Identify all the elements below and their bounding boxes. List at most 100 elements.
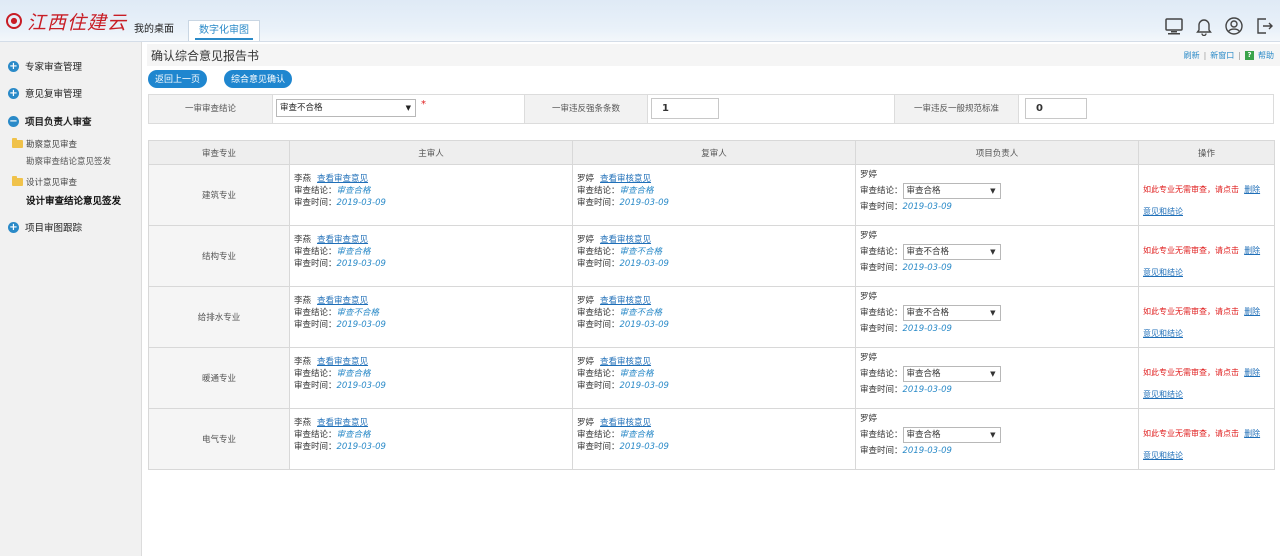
- caret-down-icon: ▼: [990, 430, 996, 439]
- delete-link[interactable]: 删除: [1244, 307, 1260, 316]
- conclusion-label: 审查结论：: [860, 308, 903, 318]
- col-header: 项目负责人: [855, 140, 1139, 165]
- view-review-link[interactable]: 查看审查意见: [317, 296, 368, 306]
- select-value: 审查合格: [906, 368, 941, 379]
- sidebar-item-opinion-recheck[interactable]: + 意见复审管理: [8, 85, 82, 101]
- monitor-icon[interactable]: [1164, 16, 1184, 36]
- user-icon[interactable]: [1224, 16, 1244, 36]
- lead-conclusion-select[interactable]: 审查合格 ▼: [902, 365, 1001, 382]
- opinion-conclusion-link[interactable]: 意见和结论: [1143, 451, 1183, 460]
- logo-text: 江西住建云: [27, 11, 128, 34]
- view-review-link[interactable]: 查看审查意见: [317, 418, 368, 428]
- table-row: 结构专业 李燕 查看审查意见 审查结论：审查合格 审查时间：2019-03-09 …: [148, 225, 1275, 287]
- delete-link[interactable]: 删除: [1244, 429, 1260, 438]
- opinion-conclusion-link[interactable]: 意见和结论: [1143, 207, 1183, 216]
- sidebar-item-label: 意见复审管理: [25, 89, 83, 100]
- sidebar-leaf-design-sign[interactable]: 设计审查结论意见签发: [26, 193, 121, 207]
- view-review-link[interactable]: 查看审查意见: [317, 357, 368, 367]
- reviewer-name: 罗婷: [577, 418, 595, 428]
- opinion-conclusion-link[interactable]: 意见和结论: [1143, 268, 1183, 277]
- confirm-opinion-button[interactable]: 综合意见确认: [224, 70, 293, 88]
- back-button[interactable]: 返回上一页: [148, 70, 208, 88]
- rechecker-cell: 罗婷 查看审核意见 审查结论：审查合格 审查时间：2019-03-09: [572, 164, 856, 226]
- reviewer-name: 罗婷: [577, 296, 595, 306]
- delete-link[interactable]: 删除: [1244, 246, 1260, 255]
- conclusion-select[interactable]: 审查不合格 ▼: [276, 99, 416, 117]
- logo-icon: ●: [6, 13, 22, 29]
- caret-down-icon: ▼: [990, 369, 996, 378]
- lead-conclusion-select[interactable]: 审查合格 ▼: [902, 426, 1001, 443]
- sidebar-item-expert-review[interactable]: + 专家审查管理: [8, 58, 82, 74]
- col-header: 审查专业: [148, 140, 290, 165]
- logout-icon[interactable]: [1254, 16, 1274, 36]
- tab-my-desktop[interactable]: 我的桌面: [128, 20, 180, 41]
- rechecker-cell: 罗婷 查看审核意见 审查结论：审查不合格 审查时间：2019-03-09: [572, 225, 856, 287]
- conclusion-label: 审查结论：: [577, 430, 620, 440]
- view-review-link[interactable]: 查看审查意见: [317, 235, 368, 245]
- sidebar-leaf-survey-sign[interactable]: 勘察审查结论意见签发: [26, 155, 111, 167]
- select-value: 审查合格: [906, 185, 941, 196]
- time-value: 2019-03-09: [902, 385, 952, 395]
- view-check-link[interactable]: 查看审核意见: [600, 418, 651, 428]
- conclusion-value: 审查合格: [336, 186, 371, 196]
- general-violation-field[interactable]: 0: [1025, 98, 1087, 119]
- caret-down-icon: ▼: [405, 104, 411, 112]
- tab-digital-review[interactable]: 数字化审图: [188, 20, 260, 41]
- select-value: 审查不合格: [280, 103, 323, 113]
- sidebar-item-project-lead-review[interactable]: − 项目负责人审查: [8, 113, 92, 129]
- lead-conclusion-select[interactable]: 审查不合格 ▼: [902, 243, 1001, 260]
- sidebar-sub-label: 勘察意见审查: [26, 140, 78, 150]
- conclusion-value: 审查不合格: [336, 308, 380, 318]
- sidebar-sub-label: 设计意见审查: [26, 178, 78, 188]
- help-link[interactable]: 帮助: [1258, 50, 1274, 61]
- lead-name: 罗婷: [860, 170, 878, 180]
- view-check-link[interactable]: 查看审核意见: [600, 357, 651, 367]
- help-icon[interactable]: ?: [1245, 51, 1254, 60]
- time-value: 2019-03-09: [902, 202, 952, 212]
- conclusion-label: 审查结论：: [577, 308, 620, 318]
- refresh-link[interactable]: 刷新: [1184, 50, 1200, 61]
- sidebar-sub-survey-review[interactable]: 勘察意见审查: [12, 138, 77, 150]
- view-check-link[interactable]: 查看审核意见: [600, 235, 651, 245]
- conclusion-label: 一审审查结论: [149, 95, 273, 123]
- app-logo[interactable]: ● 江西住建云: [6, 8, 127, 34]
- main-reviewer-cell: 李燕 查看审查意见 审查结论：审查合格 审查时间：2019-03-09: [289, 408, 573, 470]
- view-check-link[interactable]: 查看审核意见: [600, 296, 651, 306]
- strong-violation-label: 一审违反强条条数: [524, 95, 648, 123]
- top-bar: ● 江西住建云 我的桌面 数字化审图: [0, 0, 1280, 42]
- time-label: 审查时间：: [860, 385, 903, 395]
- bell-icon[interactable]: [1194, 16, 1214, 36]
- view-review-link[interactable]: 查看审查意见: [317, 174, 368, 184]
- delete-link[interactable]: 删除: [1244, 368, 1260, 377]
- lead-conclusion-select[interactable]: 审查不合格 ▼: [902, 304, 1001, 321]
- time-label: 审查时间：: [577, 259, 620, 269]
- time-label: 审查时间：: [294, 381, 337, 391]
- sidebar-sub-design-review[interactable]: 设计意见审查: [12, 176, 77, 188]
- table-row: 给排水专业 李燕 查看审查意见 审查结论：审查不合格 审查时间：2019-03-0…: [148, 286, 1275, 348]
- delete-link[interactable]: 删除: [1244, 185, 1260, 194]
- view-check-link[interactable]: 查看审核意见: [600, 174, 651, 184]
- time-value: 2019-03-09: [902, 324, 952, 334]
- specialty-cell: 建筑专业: [148, 164, 290, 226]
- time-label: 审查时间：: [860, 202, 903, 212]
- op-hint-text: 如此专业无需审查，请点击: [1143, 429, 1239, 438]
- strong-violation-field[interactable]: 1: [651, 98, 719, 119]
- table-row: 建筑专业 李燕 查看审查意见 审查结论：审查合格 审查时间：2019-03-09 …: [148, 164, 1275, 226]
- sidebar-item-project-tracking[interactable]: + 项目审图跟踪: [8, 219, 82, 235]
- conclusion-label: 审查结论：: [294, 247, 337, 257]
- reviewer-name: 罗婷: [577, 235, 595, 245]
- specialty-cell: 结构专业: [148, 225, 290, 287]
- opinion-conclusion-link[interactable]: 意见和结论: [1143, 329, 1183, 338]
- opinion-conclusion-link[interactable]: 意见和结论: [1143, 390, 1183, 399]
- time-label: 审查时间：: [577, 381, 620, 391]
- folder-icon: [12, 176, 23, 186]
- time-label: 审查时间：: [294, 442, 337, 452]
- main-reviewer-cell: 李燕 查看审查意见 审查结论：审查合格 审查时间：2019-03-09: [289, 347, 573, 409]
- time-value: 2019-03-09: [336, 381, 386, 391]
- lead-conclusion-select[interactable]: 审查合格 ▼: [902, 182, 1001, 199]
- top-toolbar: [1164, 16, 1274, 36]
- conclusion-label: 审查结论：: [294, 430, 337, 440]
- new-window-link[interactable]: 新窗口: [1210, 50, 1234, 61]
- time-value: 2019-03-09: [902, 446, 952, 456]
- reviewer-name: 罗婷: [577, 357, 595, 367]
